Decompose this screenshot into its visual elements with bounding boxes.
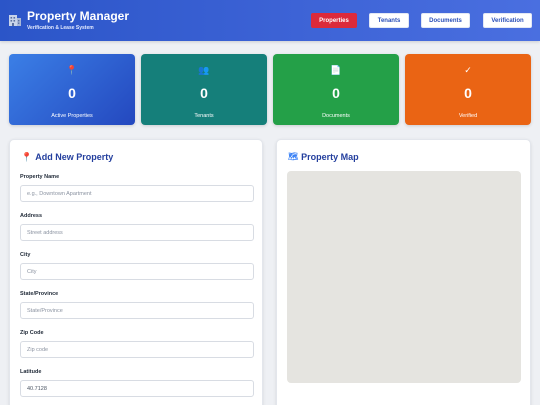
zip-code-input[interactable]: Zip code <box>20 341 254 358</box>
city-label: City <box>20 252 31 258</box>
city-input[interactable]: City <box>20 263 254 280</box>
app-title: Property Manager <box>27 9 130 23</box>
users-icon: 👥 <box>198 65 210 75</box>
zip-code-label: Zip Code <box>20 330 44 336</box>
property-map-panel: 🗺 Property Map <box>276 139 531 405</box>
address-label: Address <box>20 213 43 219</box>
stat-card-verified: ✓ 0 Verified <box>405 54 531 125</box>
stat-value: 0 <box>332 85 340 101</box>
state-label: State/Province <box>20 291 59 297</box>
stat-label: Active Properties <box>51 113 93 119</box>
property-name-label: Property Name <box>20 174 60 180</box>
add-property-title: Add New Property <box>35 152 114 162</box>
app-subtitle: Verification & Lease System <box>27 25 94 31</box>
state-input[interactable]: State/Province <box>20 302 254 319</box>
latitude-label: Latitude <box>20 369 42 375</box>
stat-value: 0 <box>464 85 472 101</box>
latitude-input[interactable]: 40.7128 <box>20 380 254 397</box>
nav-tenants-button[interactable]: Tenants <box>369 13 409 28</box>
nav-documents-button[interactable]: Documents <box>421 13 470 28</box>
stat-card-documents: 📄 0 Documents <box>273 54 399 125</box>
property-map-heading: 🗺 Property Map <box>288 152 359 162</box>
app-header: Property Manager Verification & Lease Sy… <box>0 0 540 41</box>
check-icon: ✓ <box>464 65 472 75</box>
pin-icon: 📍 <box>21 152 33 162</box>
stat-value: 0 <box>200 85 208 101</box>
property-map-title: Property Map <box>301 152 359 162</box>
nav-properties-button[interactable]: Properties <box>311 13 357 28</box>
stat-label: Documents <box>322 113 350 119</box>
address-input[interactable]: Street address <box>20 224 254 241</box>
nav-verification-button[interactable]: Verification <box>483 13 532 28</box>
pin-icon: 📍 <box>66 65 78 75</box>
stat-card-tenants: 👥 0 Tenants <box>141 54 267 125</box>
stat-value: 0 <box>68 85 76 101</box>
document-icon: 📄 <box>330 65 342 75</box>
map-icon: 🗺 <box>288 152 299 161</box>
stat-label: Verified <box>458 113 478 119</box>
building-icon <box>9 15 21 26</box>
property-name-input[interactable]: e.g., Downtown Apartment <box>20 185 254 202</box>
stat-label: Tenants <box>194 113 214 119</box>
stat-card-active-properties: 📍 0 Active Properties <box>9 54 135 125</box>
add-property-panel: 📍 Add New Property Property Name e.g., D… <box>9 139 263 405</box>
add-property-heading: 📍 Add New Property <box>21 152 113 162</box>
map-canvas[interactable] <box>287 171 521 383</box>
